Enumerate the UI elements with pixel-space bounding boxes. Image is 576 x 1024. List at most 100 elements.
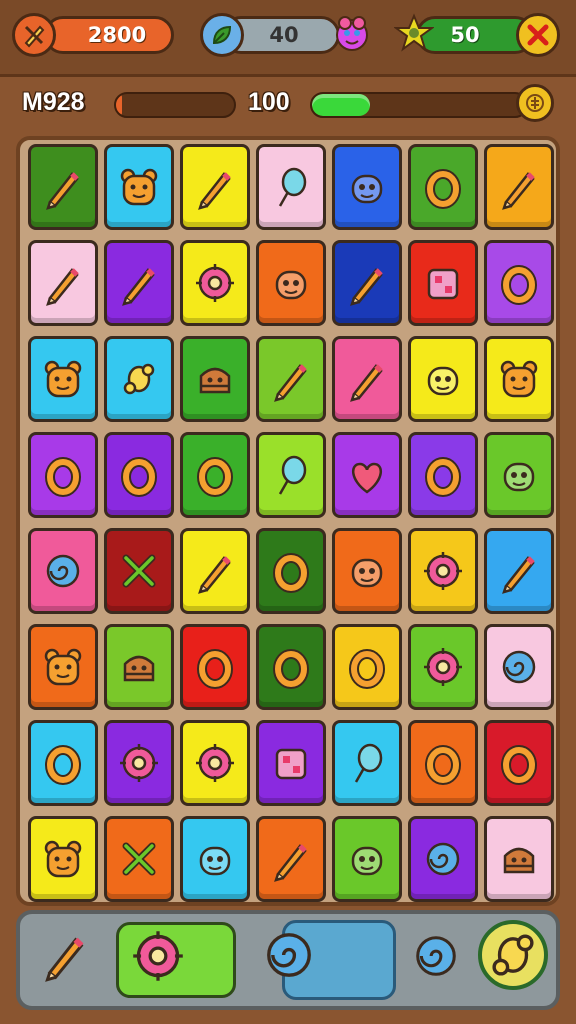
tile-bear[interactable] <box>28 624 98 710</box>
tile-box[interactable] <box>256 720 326 806</box>
tile-ring[interactable] <box>180 624 250 710</box>
tile-cake[interactable] <box>104 624 174 710</box>
tile-ring[interactable] <box>484 720 554 806</box>
tile-ring[interactable] <box>408 144 478 230</box>
tile-monster[interactable] <box>332 528 402 614</box>
ring-icon <box>273 649 309 689</box>
pencil-booster-button[interactable] <box>38 928 92 982</box>
tile-monster[interactable] <box>180 816 250 902</box>
tile-pencil[interactable] <box>332 240 402 326</box>
tile-pencil[interactable] <box>256 336 326 422</box>
sword-icon <box>122 554 156 588</box>
flower-icon <box>133 931 183 981</box>
ring-icon <box>121 457 157 497</box>
tile-bear[interactable] <box>28 816 98 902</box>
close-button[interactable] <box>516 13 560 57</box>
coin-icon[interactable] <box>516 84 554 122</box>
tile-ring[interactable] <box>408 720 478 806</box>
tile-pencil[interactable] <box>484 144 554 230</box>
ring-icon <box>501 265 537 305</box>
tile-pencil[interactable] <box>180 528 250 614</box>
tile-pencil[interactable] <box>180 144 250 230</box>
tile-pencil[interactable] <box>256 816 326 902</box>
tile-lollipop[interactable] <box>332 720 402 806</box>
tile-pencil[interactable] <box>484 528 554 614</box>
tile-bear[interactable] <box>104 144 174 230</box>
tile-swirl[interactable] <box>28 528 98 614</box>
tile-lollipop[interactable] <box>256 144 326 230</box>
coins-value: 2800 <box>87 23 147 47</box>
monster-icon <box>351 174 383 204</box>
score-progress-fill <box>312 94 370 116</box>
flower-icon <box>424 552 462 590</box>
sun-booster-button[interactable] <box>128 926 188 986</box>
pencil-icon <box>45 937 84 982</box>
ring-icon <box>425 169 461 209</box>
tile-pencil[interactable] <box>28 240 98 326</box>
tile-ring[interactable] <box>28 432 98 518</box>
lollipop-icon <box>278 167 307 207</box>
pacifier-booster-button[interactable] <box>478 920 548 990</box>
monster-icon <box>330 11 374 55</box>
star-icon <box>392 11 436 55</box>
tile-monster[interactable] <box>484 432 554 518</box>
tile-bear[interactable] <box>28 336 98 422</box>
ring-icon <box>45 457 81 497</box>
flower-icon <box>196 264 234 302</box>
pencil-icon <box>274 844 307 882</box>
bear-icon <box>120 168 158 206</box>
tile-lollipop[interactable] <box>256 432 326 518</box>
tile-monster[interactable] <box>332 144 402 230</box>
bear-icon <box>500 360 538 398</box>
tile-pencil[interactable] <box>28 144 98 230</box>
swirl-icon <box>416 936 456 976</box>
flower-icon <box>120 744 158 782</box>
top-bar: 2800 40 50 <box>0 0 576 77</box>
cake-icon <box>123 655 155 682</box>
tile-flower[interactable] <box>180 240 250 326</box>
monster-icon <box>503 462 535 492</box>
tile-ring[interactable] <box>104 432 174 518</box>
tile-ring[interactable] <box>408 432 478 518</box>
tile-monster[interactable] <box>256 240 326 326</box>
tile-ring[interactable] <box>484 240 554 326</box>
tile-ring[interactable] <box>256 528 326 614</box>
pencil-icon <box>350 268 383 306</box>
tile-flower[interactable] <box>104 720 174 806</box>
tile-box[interactable] <box>408 240 478 326</box>
tile-monster[interactable] <box>408 336 478 422</box>
pencil-icon <box>198 556 231 594</box>
tile-pencil[interactable] <box>104 240 174 326</box>
tile-ring[interactable] <box>332 624 402 710</box>
lollipop-icon <box>354 743 383 783</box>
score-label: 100 <box>248 88 290 116</box>
tile-candy[interactable] <box>104 336 174 422</box>
tile-ring[interactable] <box>28 720 98 806</box>
tile-pencil[interactable] <box>332 336 402 422</box>
box-icon <box>427 268 459 300</box>
pencil-icon[interactable] <box>12 13 56 57</box>
pencil-icon <box>350 364 383 402</box>
pencil-icon <box>46 268 79 306</box>
tile-flower[interactable] <box>180 720 250 806</box>
box-icon <box>275 748 307 780</box>
tile-bear[interactable] <box>484 336 554 422</box>
tile-heart[interactable] <box>332 432 402 518</box>
tile-ring[interactable] <box>256 624 326 710</box>
tile-cake[interactable] <box>180 336 250 422</box>
tile-swirl[interactable] <box>408 816 478 902</box>
ring-icon <box>501 745 537 785</box>
tile-flower[interactable] <box>408 528 478 614</box>
swirl-booster-button[interactable] <box>258 924 320 986</box>
ring-icon <box>197 649 233 689</box>
flower-icon <box>424 648 462 686</box>
tile-cake[interactable] <box>484 816 554 902</box>
tile-sword[interactable] <box>104 816 174 902</box>
candy-booster-button[interactable] <box>408 928 464 984</box>
tile-sword[interactable] <box>104 528 174 614</box>
tile-ring[interactable] <box>180 432 250 518</box>
tile-swirl[interactable] <box>484 624 554 710</box>
tile-monster[interactable] <box>332 816 402 902</box>
tile-flower[interactable] <box>408 624 478 710</box>
score-progress-bar <box>310 92 528 118</box>
